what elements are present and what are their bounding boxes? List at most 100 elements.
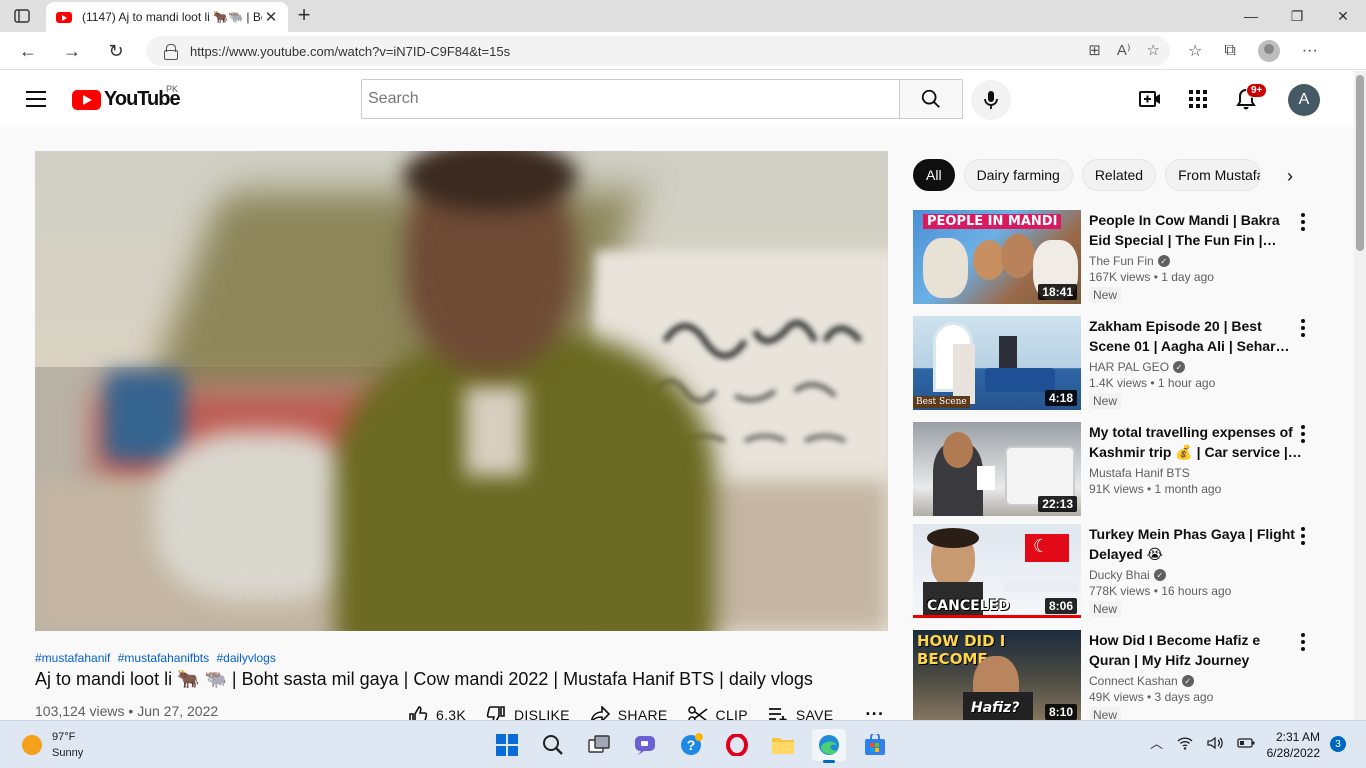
channel-name[interactable]: The Fun Fin [1089, 254, 1154, 268]
channel-name[interactable]: Mustafa Hanif BTS [1089, 466, 1190, 480]
notification-center-badge[interactable]: 3 [1330, 736, 1346, 752]
new-badge: New [1089, 393, 1122, 409]
help-icon[interactable]: ? [674, 729, 708, 761]
video-title[interactable]: Zakham Episode 20 | Best Scene 01 | Aagh… [1089, 316, 1303, 356]
channel-name[interactable]: HAR PAL GEO [1089, 360, 1169, 374]
more-options-icon[interactable] [1297, 632, 1309, 652]
video-thumbnail[interactable]: HOW DID I BECOME Hafiz? 8:10 [913, 630, 1081, 720]
browser-profile-icon[interactable] [1257, 40, 1280, 62]
menu-icon[interactable] [26, 91, 46, 107]
new-badge: New [1089, 287, 1122, 303]
chevron-right-icon[interactable]: › [1278, 164, 1302, 188]
video-thumbnail[interactable]: Best Scene 4:18 [913, 316, 1081, 410]
new-tab-icon[interactable]: + [292, 4, 316, 28]
weather-widget[interactable]: 97°F Sunny [22, 729, 83, 761]
chip-dairy-farming[interactable]: Dairy farming [963, 159, 1073, 191]
url-field[interactable]: https://www.youtube.com/watch?v=iN7ID-C9… [146, 36, 1170, 66]
recommended-video[interactable]: Best Scene 4:18 Zakham Episode 20 | Best… [913, 316, 1333, 412]
thumbnail-plane-shape [1003, 582, 1079, 592]
battery-icon[interactable] [1237, 737, 1255, 749]
browser-tab-bar: (1147) Aj to mandi loot li 🐂🐃 | Boht sas… [0, 0, 1366, 32]
read-aloud-icon[interactable]: A⁾ [1117, 41, 1131, 59]
more-options-icon[interactable] [1297, 526, 1309, 546]
more-options-icon[interactable] [1297, 318, 1309, 338]
search-icon[interactable] [536, 729, 570, 761]
video-thumbnail[interactable]: PEOPLE IN MANDI 18:41 [913, 210, 1081, 304]
youtube-logo[interactable]: YouTube PK [72, 84, 181, 111]
refresh-icon[interactable]: ↻ [102, 38, 130, 64]
hashtag-link[interactable]: #dailyvlogs [216, 651, 275, 665]
hashtag-link[interactable]: #mustafahanifbts [118, 651, 209, 665]
tab-close-icon[interactable]: ✕ [262, 8, 280, 26]
wifi-icon[interactable] [1177, 736, 1193, 750]
country-code: PK [166, 84, 179, 94]
windows-taskbar: 97°F Sunny ? ︿ 2:31 AM 6/28/2022 3 [0, 720, 1366, 768]
create-video-icon[interactable] [1138, 87, 1162, 111]
forward-icon[interactable]: → [58, 38, 86, 64]
opera-icon[interactable] [720, 729, 754, 761]
chip-from-channel[interactable]: From Mustafa [1165, 159, 1262, 191]
add-favorite-icon[interactable]: ☆ [1147, 41, 1160, 59]
recommended-video[interactable]: HOW DID I BECOME Hafiz? 8:10 How Did I B… [913, 630, 1333, 720]
new-badge: New [1089, 601, 1122, 617]
page-scrollbar[interactable] [1354, 71, 1366, 720]
settings-more-icon[interactable]: ··· [1302, 42, 1318, 60]
scrollbar-thumb[interactable] [1356, 75, 1364, 251]
lock-icon [164, 44, 178, 60]
search-input[interactable] [361, 79, 900, 119]
thumbnail-face-shape [943, 432, 973, 468]
verified-check-icon: ✓ [1181, 675, 1194, 687]
search-button[interactable] [899, 79, 963, 119]
hashtag-link[interactable]: #mustafahanif [35, 651, 110, 665]
task-view-icon[interactable] [582, 729, 616, 761]
back-icon[interactable]: ← [14, 38, 42, 64]
volume-icon[interactable] [1207, 736, 1223, 750]
thumbnail-hair-shape [927, 528, 979, 548]
video-title[interactable]: My total travelling expenses of Kashmir … [1089, 422, 1303, 462]
restore-icon[interactable]: ❐ [1274, 0, 1320, 32]
minimize-icon[interactable]: — [1228, 0, 1274, 32]
verified-check-icon: ✓ [1157, 255, 1170, 267]
channel-name[interactable]: Ducky Bhai [1089, 568, 1150, 582]
windows-start-icon[interactable] [490, 729, 524, 761]
apps-available-icon[interactable]: ⊞ [1088, 41, 1101, 59]
browser-tab-active[interactable]: (1147) Aj to mandi loot li 🐂🐃 | Boht sas… [46, 2, 288, 32]
video-frame-shirt [465, 386, 525, 476]
microsoft-store-icon[interactable] [858, 729, 892, 761]
close-window-icon[interactable]: ✕ [1320, 0, 1366, 32]
video-thumbnail[interactable]: ☾ CANCELED 8:06 [913, 524, 1081, 618]
video-player[interactable] [35, 151, 888, 631]
apps-grid-icon[interactable] [1186, 87, 1210, 111]
video-title[interactable]: Turkey Mein Phas Gaya | Flight Delayed 😭 [1089, 524, 1303, 564]
chip-related[interactable]: Related [1081, 159, 1157, 191]
chat-icon[interactable] [628, 729, 662, 761]
video-thumbnail[interactable]: 22:13 [913, 422, 1081, 516]
notifications-button[interactable]: 9+ [1234, 83, 1268, 111]
video-title[interactable]: How Did I Become Hafiz e Quran | My Hifz… [1089, 630, 1303, 670]
youtube-play-icon [72, 89, 101, 110]
more-options-icon[interactable] [1297, 212, 1309, 232]
chip-all[interactable]: All [913, 159, 955, 191]
collections-icon[interactable]: ⧉ [1224, 42, 1235, 60]
video-info: My total travelling expenses of Kashmir … [1089, 422, 1303, 496]
video-title[interactable]: People In Cow Mandi | Bakra Eid Special … [1089, 210, 1303, 250]
recommended-video[interactable]: 22:13 My total travelling expenses of Ka… [913, 422, 1333, 518]
edge-browser-icon[interactable] [812, 729, 846, 763]
svg-text:?: ? [687, 737, 696, 753]
user-avatar[interactable]: A [1288, 84, 1320, 116]
recommended-video[interactable]: ☾ CANCELED 8:06 Turkey Mein Phas Gaya | … [913, 524, 1333, 620]
video-info: Zakham Episode 20 | Best Scene 01 | Aagh… [1089, 316, 1303, 410]
system-clock[interactable]: 2:31 AM 6/28/2022 [1262, 729, 1320, 761]
favorites-icon[interactable]: ☆ [1188, 41, 1202, 61]
new-badge: New [1089, 707, 1122, 720]
voice-search-button[interactable] [971, 80, 1011, 120]
video-duration: 8:06 [1044, 598, 1077, 614]
recommended-video[interactable]: PEOPLE IN MANDI 18:41 People In Cow Mand… [913, 210, 1333, 306]
more-options-icon[interactable] [1297, 424, 1309, 444]
tab-actions-icon[interactable] [10, 6, 34, 26]
video-meta: 1.4K views • 1 hour ago [1089, 376, 1216, 390]
channel-name[interactable]: Connect Kashan [1089, 674, 1178, 688]
chevron-up-icon[interactable]: ︿ [1150, 733, 1163, 752]
microphone-icon [984, 91, 998, 109]
file-explorer-icon[interactable] [766, 729, 800, 761]
